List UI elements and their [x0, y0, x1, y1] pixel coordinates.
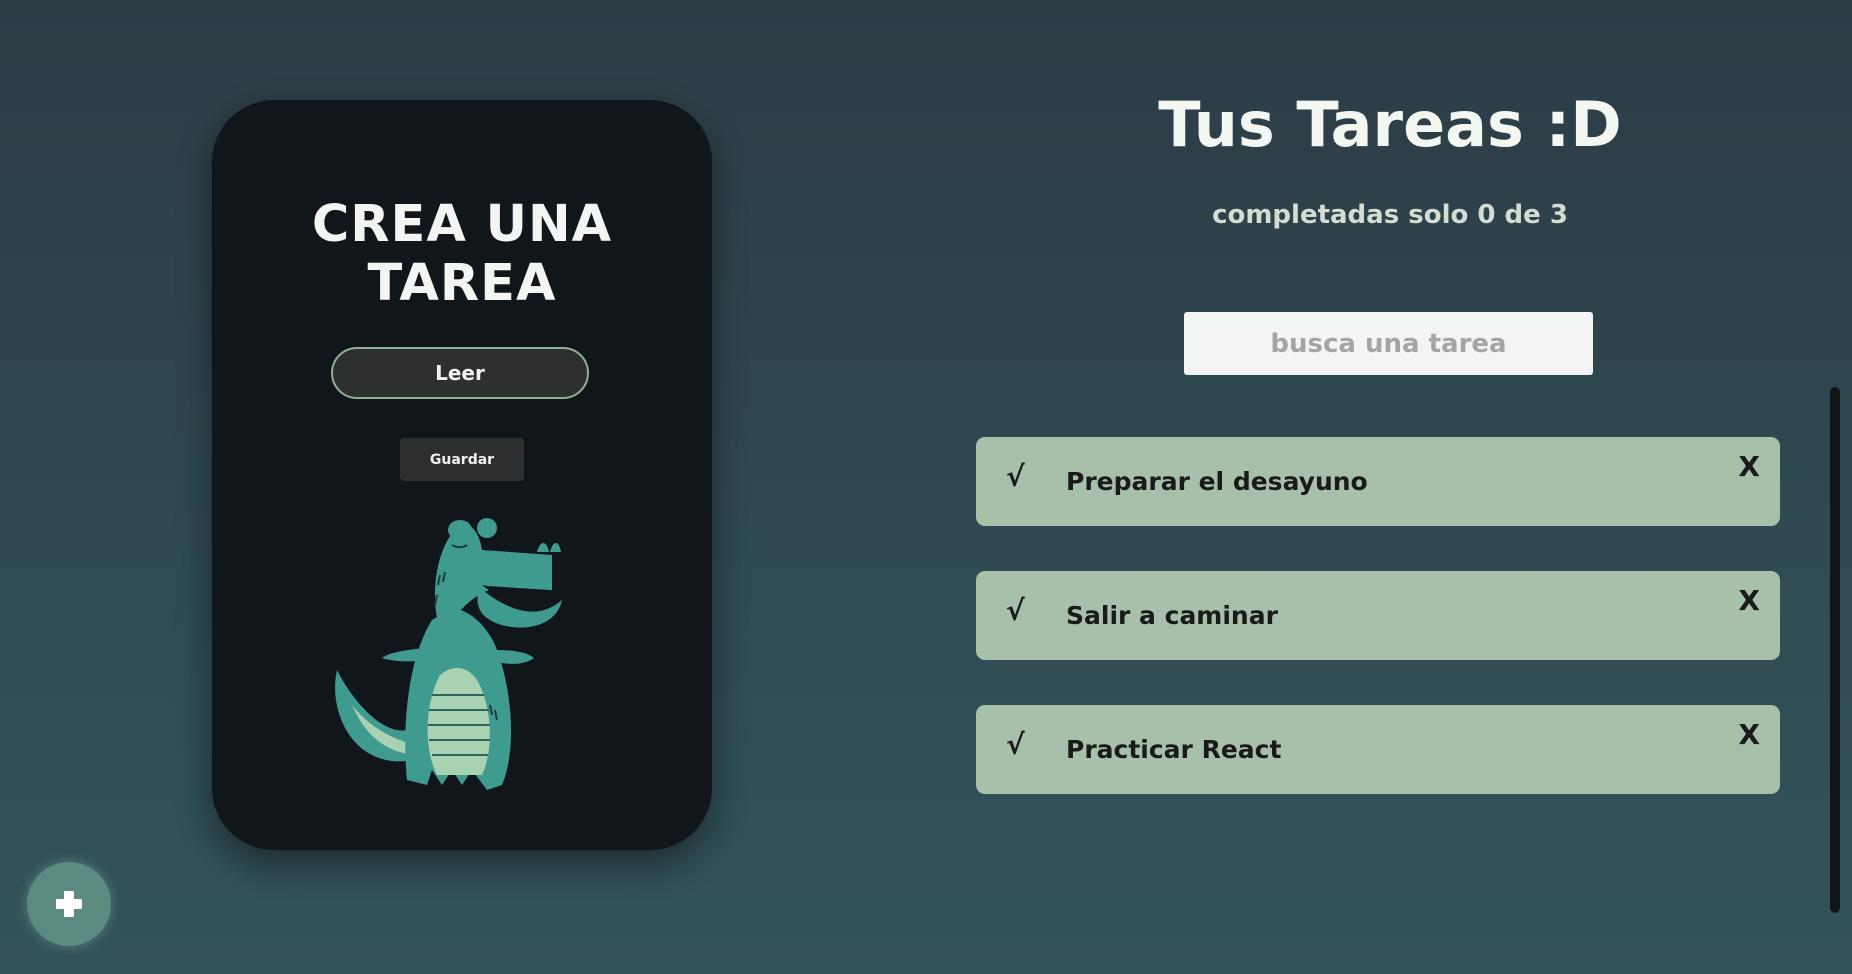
todo-text: Preparar el desayuno	[1066, 467, 1368, 496]
search-input[interactable]	[1184, 312, 1593, 375]
todo-item: √ Practicar React X	[976, 705, 1780, 794]
delete-icon[interactable]: X	[1738, 453, 1760, 481]
complete-check-icon[interactable]: √	[1006, 597, 1025, 625]
add-task-fab-button[interactable]	[27, 862, 111, 946]
create-task-title: CREA UNA TAREA	[311, 195, 613, 313]
plus-icon	[56, 891, 82, 917]
delete-icon[interactable]: X	[1738, 721, 1760, 749]
crocodile-illustration	[335, 518, 562, 790]
create-task-card: CREA UNA TAREA Guardar	[212, 100, 712, 850]
delete-icon[interactable]: X	[1738, 587, 1760, 615]
todo-text: Salir a caminar	[1066, 601, 1278, 630]
todo-item: √ Preparar el desayuno X	[976, 437, 1780, 526]
save-button[interactable]: Guardar	[400, 438, 524, 481]
scrollbar[interactable]	[1830, 387, 1840, 913]
todo-list: √ Preparar el desayuno X √ Salir a camin…	[976, 437, 1780, 839]
complete-check-icon[interactable]: √	[1006, 463, 1025, 491]
new-task-input[interactable]	[331, 347, 589, 399]
page-title: Tus Tareas :D	[1158, 88, 1622, 161]
todo-item: √ Salir a caminar X	[976, 571, 1780, 660]
complete-check-icon[interactable]: √	[1006, 731, 1025, 759]
todo-text: Practicar React	[1066, 735, 1282, 764]
completed-counter: completadas solo 0 de 3	[1212, 200, 1568, 230]
